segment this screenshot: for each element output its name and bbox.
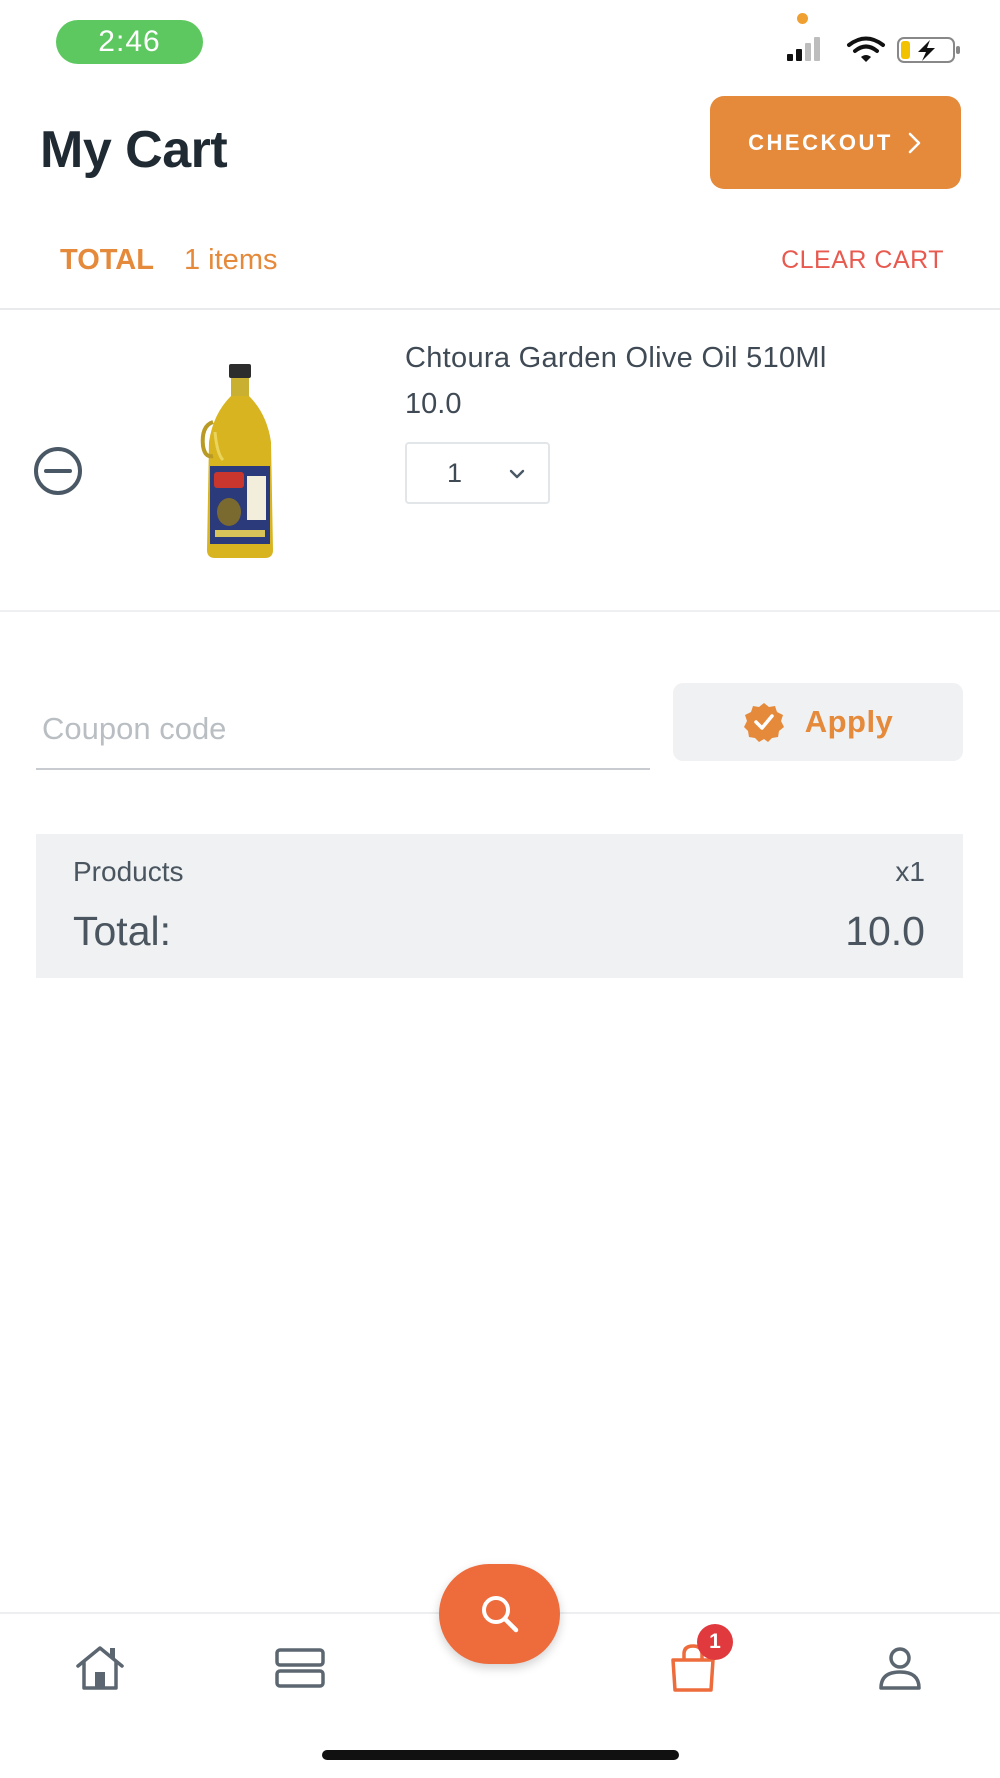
home-icon: [76, 1646, 124, 1690]
cart-badge: 1: [697, 1624, 733, 1660]
cart-item: Chtoura Garden Olive Oil 510Ml 10.0 1: [0, 312, 1000, 612]
apply-label: Apply: [804, 704, 894, 739]
coupon-code-input[interactable]: [36, 690, 650, 770]
product-name: Chtoura Garden Olive Oil 510Ml: [405, 342, 827, 374]
privacy-indicator-dot: [797, 13, 808, 24]
checkout-button[interactable]: CHECKOUT: [710, 96, 961, 189]
quantity-select[interactable]: 1: [405, 442, 550, 504]
search-button[interactable]: [439, 1564, 560, 1664]
nav-cart[interactable]: 1: [663, 1624, 733, 1698]
summary-total-label: Total:: [73, 908, 171, 954]
summary-products-label: Products: [73, 856, 184, 887]
chevron-down-icon: [509, 469, 525, 479]
nav-profile[interactable]: [870, 1638, 930, 1698]
order-summary: Products x1 Total: 10.0: [36, 834, 963, 978]
profile-icon: [879, 1647, 921, 1690]
status-icons: [787, 36, 960, 63]
signal-icon: [787, 37, 820, 61]
categories-icon: [275, 1648, 325, 1688]
apply-coupon-button[interactable]: Apply: [673, 683, 963, 761]
remove-item-icon[interactable]: [32, 445, 84, 497]
chevron-right-icon: [908, 132, 921, 153]
quantity-value: 1: [447, 458, 463, 488]
product-image: [200, 364, 273, 558]
nav-home[interactable]: [70, 1638, 130, 1698]
cart-totals-bar: TOTAL 1 items CLEAR CART: [0, 240, 1000, 310]
summary-total-value: 10.0: [845, 908, 925, 954]
nav-categories[interactable]: [270, 1638, 330, 1698]
battery-icon: [897, 37, 960, 63]
summary-products-count: x1: [895, 856, 925, 887]
verified-badge-icon: [743, 703, 784, 742]
wifi-icon: [847, 36, 885, 62]
page-title: My Cart: [40, 121, 228, 179]
home-indicator: [322, 1750, 679, 1760]
clear-cart-button[interactable]: CLEAR CART: [781, 246, 944, 275]
product-price: 10.0: [405, 388, 462, 420]
total-label: TOTAL: [60, 244, 154, 276]
checkout-label: CHECKOUT: [748, 129, 893, 155]
items-count: 1 items: [184, 244, 278, 276]
search-icon: [481, 1596, 518, 1633]
status-time: 2:46: [56, 20, 203, 64]
